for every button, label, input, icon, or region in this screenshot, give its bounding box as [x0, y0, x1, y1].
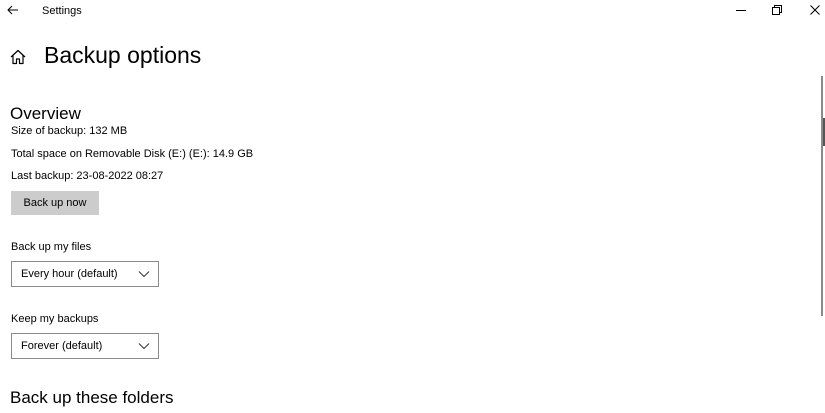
chevron-down-icon [138, 343, 150, 350]
retention-value: Forever (default) [21, 340, 103, 352]
minimize-button[interactable] [731, 2, 751, 18]
total-space: Total space on Removable Disk (E:) (E:):… [11, 148, 254, 160]
back-up-now-button[interactable]: Back up now [11, 191, 99, 215]
back-arrow-icon [7, 5, 18, 15]
restore-button[interactable] [767, 2, 787, 18]
minimize-icon [736, 10, 746, 11]
folders-heading: Back up these folders [10, 388, 174, 407]
last-backup: Last backup: 23-08-2022 08:27 [11, 170, 164, 182]
vertical-scrollbar[interactable] [817, 62, 825, 413]
home-icon [10, 49, 26, 65]
home-button[interactable] [9, 48, 27, 66]
chevron-down-icon [138, 271, 150, 278]
restore-icon [772, 5, 782, 15]
backup-frequency-value: Every hour (default) [21, 268, 118, 280]
back-button[interactable] [4, 2, 22, 18]
close-button[interactable] [805, 2, 825, 18]
retention-dropdown[interactable]: Forever (default) [11, 333, 159, 359]
backup-frequency-dropdown[interactable]: Every hour (default) [11, 261, 159, 287]
retention-label: Keep my backups [11, 313, 99, 325]
overview-heading: Overview [10, 104, 81, 123]
close-icon [810, 5, 820, 15]
backup-size: Size of backup: 132 MB [11, 125, 128, 137]
page-title: Backup options [44, 42, 202, 68]
app-title: Settings [42, 5, 82, 17]
title-bar: Settings [0, 0, 825, 22]
backup-frequency-label: Back up my files [11, 241, 92, 253]
scrollbar-thumb[interactable] [821, 76, 823, 316]
